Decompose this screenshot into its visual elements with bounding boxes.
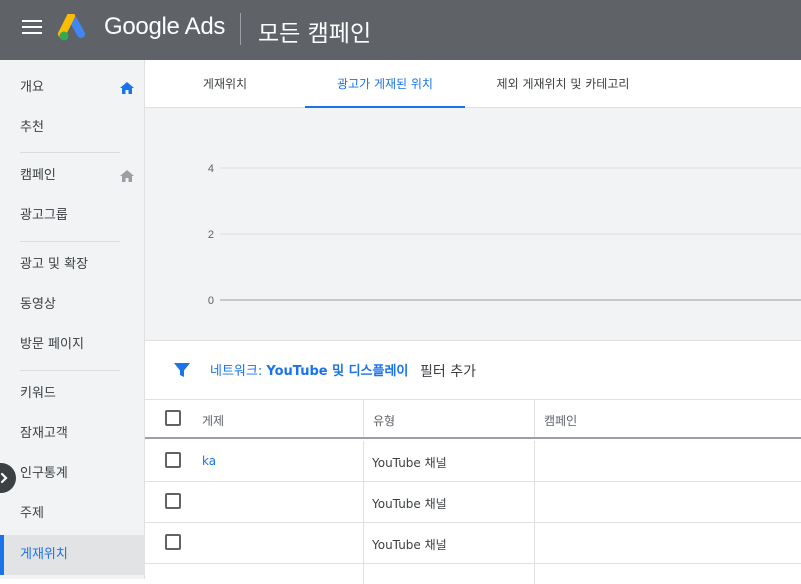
filter-chip-prefix: 네트워크: [210, 364, 267, 379]
column-header-placement[interactable]: 게제 [202, 412, 224, 429]
sidebar-item-videos[interactable]: 동영상 [0, 285, 145, 325]
network-filter-chip[interactable]: 네트워크: YouTube 및 디스플레이 [210, 360, 408, 379]
placement-type: YouTube 채널 [372, 538, 447, 552]
tab-where-ads-showed[interactable]: 광고가 게재된 위치 [305, 60, 465, 109]
column-separator [534, 564, 535, 584]
sidebar-item-keywords[interactable]: 키워드 [0, 374, 145, 414]
add-filter-button[interactable]: 필터 추가 [420, 361, 476, 381]
sidebar-item-placements[interactable]: 게재위치 [0, 535, 145, 575]
row-checkbox[interactable] [165, 493, 181, 509]
sidebar-item-label: 키워드 [20, 386, 56, 401]
y-tick-label: 2 [208, 229, 214, 241]
sidebar-item-topics[interactable]: 주제 [0, 494, 145, 534]
filter-bar: 네트워크: YouTube 및 디스플레이 필터 추가 [145, 341, 801, 399]
column-header-campaign[interactable]: 캠페인 [544, 412, 577, 429]
column-separator [534, 482, 535, 522]
sidebar-item-label: 동영상 [20, 297, 56, 312]
sidebar-item-recommendations[interactable]: 추천 [0, 108, 145, 148]
page-title: 모든 캠페인 [258, 21, 372, 47]
sidebar-item-landing-pages[interactable]: 방문 페이지 [0, 325, 145, 365]
sidebar-item-label: 캠페인 [20, 168, 56, 183]
brand-name: Google Ads [104, 13, 226, 40]
column-separator [363, 523, 364, 563]
header-divider [240, 13, 241, 45]
table-row: YouTube 채널 [145, 482, 801, 523]
column-separator [534, 523, 535, 563]
filter-chip-value: YouTube 및 디스플레이 [266, 364, 409, 379]
menu-icon[interactable] [22, 20, 42, 36]
column-separator [534, 441, 535, 481]
y-tick-label: 4 [208, 163, 214, 175]
sidebar-item-label: 개요 [20, 80, 44, 95]
row-checkbox[interactable] [165, 452, 181, 468]
home-icon [120, 170, 134, 182]
sidebar-item-label: 방문 페이지 [20, 337, 84, 352]
sidebar-divider [20, 152, 120, 153]
sidebar-item-campaigns[interactable]: 캠페인 [0, 156, 145, 196]
sidebar-item-label: 잠재고객 [20, 426, 68, 441]
sidebar-nav: 개요 추천 캠페인 광고그룹 광고 및 확장 동영상 방문 페이지 키워드 잠재… [0, 60, 145, 579]
placement-tabs: 게재위치 광고가 게재된 위치 제외 게재위치 및 카테고리 [145, 60, 801, 109]
column-header-type[interactable]: 유형 [373, 412, 395, 429]
column-separator [363, 564, 364, 584]
sidebar-item-label: 광고그룹 [20, 208, 68, 223]
row-checkbox[interactable] [165, 534, 181, 550]
table-header: 게제 유형 캠페인 [145, 399, 801, 439]
sidebar-item-label: 광고 및 확장 [20, 257, 89, 272]
sidebar-item-label: 인구통계 [20, 466, 68, 481]
select-all-checkbox[interactable] [165, 410, 181, 426]
column-separator [363, 400, 364, 437]
table-row [145, 564, 801, 584]
sidebar-item-audiences[interactable]: 잠재고객 [0, 414, 145, 454]
y-tick-label: 0 [208, 295, 214, 307]
sidebar-item-overview[interactable]: 개요 [0, 68, 145, 108]
table-row: ka YouTube 채널 [145, 441, 801, 482]
chart-svg: 4 2 0 [208, 163, 801, 307]
table-row: YouTube 채널 [145, 523, 801, 564]
sidebar-divider [20, 241, 120, 242]
sidebar-item-label: 게재위치 [20, 547, 68, 562]
filter-icon[interactable] [173, 361, 191, 379]
sidebar-divider [20, 370, 120, 371]
sidebar-item-ad-groups[interactable]: 광고그룹 [0, 196, 145, 236]
sidebar-item-ads-extensions[interactable]: 광고 및 확장 [0, 245, 145, 285]
column-separator [534, 400, 535, 437]
placement-link[interactable]: ka [202, 454, 216, 468]
placement-type: YouTube 채널 [372, 497, 447, 511]
column-separator [363, 441, 364, 481]
sidebar-item-label: 주제 [20, 506, 44, 521]
home-icon [120, 82, 134, 94]
tab-exclusions[interactable]: 제외 게재위치 및 카테고리 [473, 60, 653, 108]
sidebar-item-label: 추천 [20, 120, 44, 135]
tab-placements[interactable]: 게재위치 [145, 60, 305, 108]
placements-table: 게제 유형 캠페인 ka YouTube 채널 YouTube 채널 YouTu… [145, 399, 801, 584]
performance-chart: 4 2 0 [145, 108, 801, 341]
top-app-bar: Google Ads 모든 캠페인 [0, 0, 801, 60]
column-separator [363, 482, 364, 522]
placement-type: YouTube 채널 [372, 456, 447, 470]
chevron-right-icon [0, 472, 8, 484]
sidebar-item-demographics[interactable]: 인구통계 [0, 454, 145, 494]
google-ads-logo [58, 14, 85, 41]
